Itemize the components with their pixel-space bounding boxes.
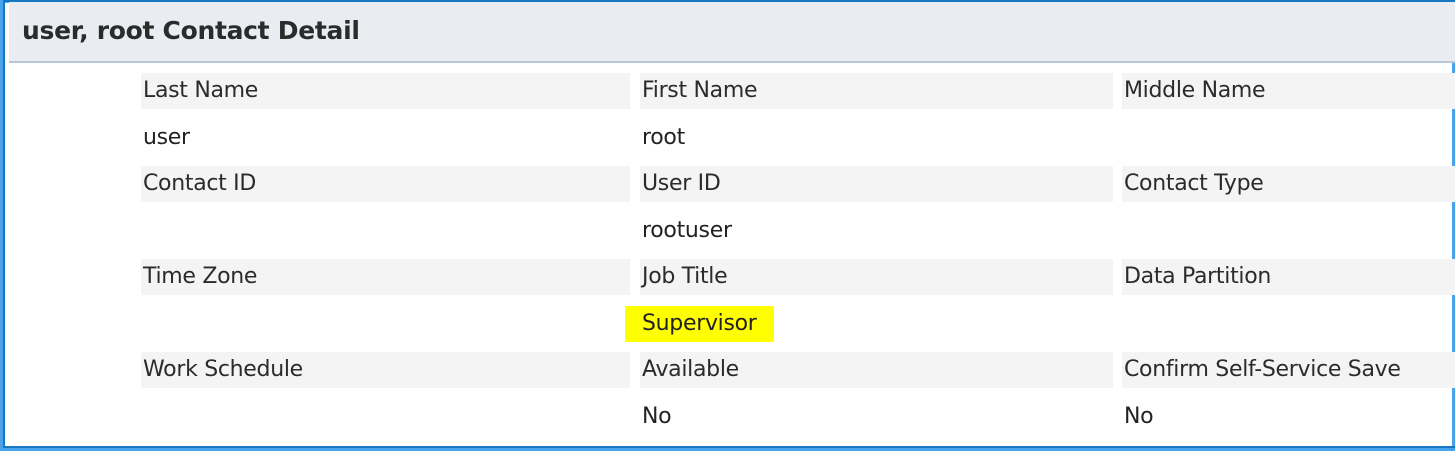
field-label-user-id: User ID xyxy=(640,166,1113,202)
field-value-confirm-self-service-save: No xyxy=(1124,404,1154,429)
field-value-contact-type xyxy=(1122,213,1455,249)
field-value-time-zone xyxy=(141,306,630,342)
field-label-contact-id: Contact ID xyxy=(141,166,630,202)
field-value-job-title: Supervisor xyxy=(625,306,774,342)
field-value-last-name: user xyxy=(143,125,190,150)
field-label-first-name: First Name xyxy=(640,73,1113,109)
page-title: user, root Contact Detail xyxy=(22,16,360,45)
field-label-last-name: Last Name xyxy=(141,73,630,109)
panel-header: user, root Contact Detail xyxy=(9,2,1455,63)
field-value-first-name: root xyxy=(642,125,685,150)
field-value-user-id: rootuser xyxy=(642,218,732,243)
field-label-contact-type: Contact Type xyxy=(1122,166,1455,202)
field-label-available: Available xyxy=(640,352,1113,388)
field-value-contact-id xyxy=(141,213,630,249)
field-label-job-title: Job Title xyxy=(640,259,1113,295)
field-label-confirm-self-service-save: Confirm Self-Service Save xyxy=(1122,352,1455,388)
field-label-time-zone: Time Zone xyxy=(141,259,630,295)
field-label-work-schedule: Work Schedule xyxy=(141,352,630,388)
field-value-available: No xyxy=(642,404,672,429)
field-value-work-schedule xyxy=(141,399,630,435)
field-label-middle-name: Middle Name xyxy=(1122,73,1455,109)
field-value-data-partition xyxy=(1122,306,1455,342)
field-label-data-partition: Data Partition xyxy=(1122,259,1455,295)
field-value-middle-name xyxy=(1122,120,1455,156)
